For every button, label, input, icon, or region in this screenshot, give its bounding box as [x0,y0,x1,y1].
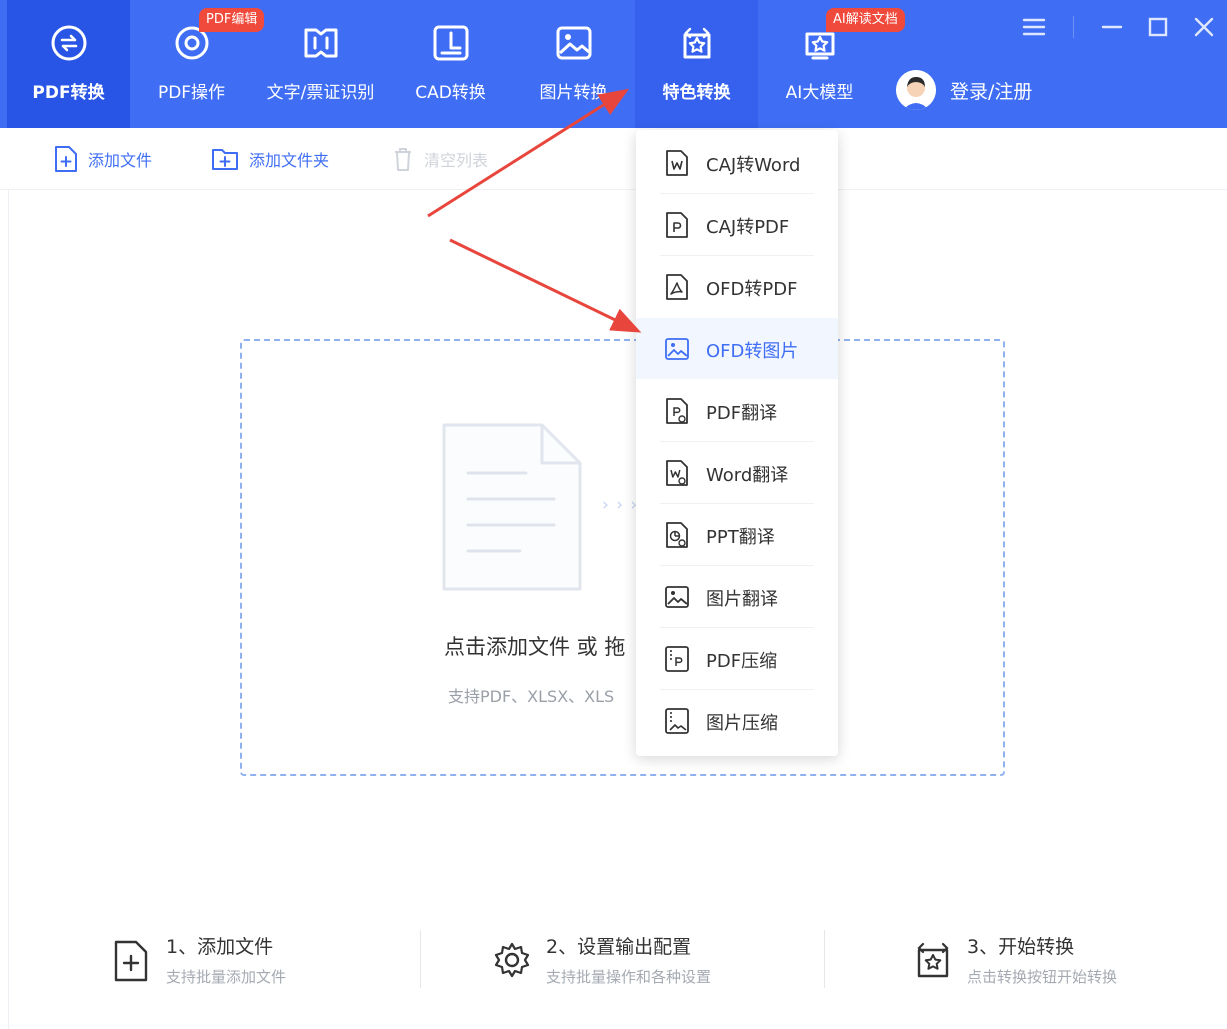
menu-item-pdf-compress[interactable]: PDF压缩 [636,628,838,689]
menu-item-label: CAJ转PDF [706,217,790,238]
tab-pdf-convert[interactable]: PDF转换 [7,0,130,128]
login-register-label: 登录/注册 [950,80,1033,103]
tab-label: AI大模型 [785,83,854,103]
cad-convert-icon [433,25,468,61]
settings-gear-icon [494,942,530,978]
clear-list-label: 清空列表 [424,151,489,170]
menu-icon[interactable] [1017,10,1051,44]
add-folder-icon [212,149,238,170]
minimize-icon[interactable] [1095,10,1129,44]
pdf-file-icon [666,212,688,238]
clear-list-button[interactable]: 清空列表 [392,144,488,174]
step-subtitle: 点击转换按钮开始转换 [967,968,1118,986]
menu-item-label: 图片压缩 [706,713,778,734]
convert-start-icon [917,942,949,978]
ai-interpret-badge: AI解读文档 [826,8,905,32]
file-drop-zone[interactable]: › › › 点击添加文件 或 拖 支持PDF、XLSX、XLS [240,339,1005,776]
menu-item-image-translate[interactable]: 图片翻译 [636,566,838,627]
add-folder-label: 添加文件夹 [249,151,330,170]
tab-label: 文字/票证识别 [266,83,375,103]
menu-item-label: CAJ转Word [706,155,801,176]
tab-label: 图片转换 [539,83,608,103]
tab-special-convert[interactable]: 特色转换 [635,0,758,128]
menu-item-ofd-to-pdf[interactable]: OFD转PDF [636,256,838,317]
image-convert-icon [556,26,591,60]
app-window: PDF转换 PDF操作 PDF编辑 文字/票证识别 CAD转换 图片转换 特色转… [0,0,1227,1029]
tab-cad-convert[interactable]: CAD转换 [389,0,512,128]
tab-label: PDF转换 [32,83,105,103]
image-translate-icon [665,586,689,608]
drag-arrows-indicator: › › › [602,495,639,515]
user-avatar-icon [896,70,936,110]
add-file-label: 添加文件 [88,151,153,170]
pdf-translate-icon [666,398,688,424]
menu-item-caj-to-word[interactable]: CAJ转Word [636,132,838,193]
menu-item-label: OFD转图片 [706,341,799,362]
step-subtitle: 支持批量操作和各种设置 [546,968,712,986]
maximize-icon[interactable] [1141,10,1175,44]
step-title: 1、添加文件 [166,936,274,958]
tab-image-convert[interactable]: 图片转换 [512,0,635,128]
special-convert-icon [683,27,710,59]
menu-item-label: PDF翻译 [706,403,778,424]
toolbar: 添加文件 添加文件夹 清空列表 [0,128,1227,190]
ppt-translate-icon [666,522,688,548]
step-divider [420,930,421,988]
annotation-arrow-to-menu-item [449,238,642,333]
add-file-icon [114,940,148,982]
image-compress-icon [665,708,689,734]
content-left-border [8,190,9,1029]
step-divider [824,930,825,988]
pdf-edit-badge: PDF编辑 [199,8,265,32]
word-file-icon [666,150,688,176]
image-file-icon [665,338,689,360]
tab-ocr[interactable]: 文字/票证识别 [259,0,382,128]
dropzone-subtitle: 支持PDF、XLSX、XLS [448,687,615,706]
menu-item-caj-to-pdf[interactable]: CAJ转PDF [636,194,838,255]
top-nav-bar: PDF转换 PDF操作 PDF编辑 文字/票证识别 CAD转换 图片转换 特色转… [0,0,1227,128]
trash-icon [395,148,411,171]
word-translate-icon [666,460,688,486]
add-file-icon [55,146,77,172]
menu-item-word-translate[interactable]: Word翻译 [636,442,838,503]
tab-label: CAD转换 [415,83,486,103]
step-title: 2、设置输出配置 [546,936,692,958]
tab-label: PDF操作 [157,83,226,103]
tab-label: 特色转换 [662,83,731,103]
menu-item-label: OFD转PDF [706,279,798,300]
add-folder-button[interactable]: 添加文件夹 [211,144,329,174]
step-subtitle: 支持批量添加文件 [166,968,287,986]
special-convert-dropdown: CAJ转Word CAJ转PDF OFD转PDF OFD转图片 PDF翻译 Wo… [636,130,838,756]
ocr-scan-icon [304,28,337,58]
menu-item-label: Word翻译 [706,465,789,486]
step-title: 3、开始转换 [967,936,1075,958]
document-placeholder-icon [442,423,582,591]
dropzone-title: 点击添加文件 或 拖 [444,635,626,659]
pdf-compress-icon [665,646,689,672]
avatar [896,70,936,110]
login-register-button[interactable]: 登录/注册 [896,70,1032,110]
close-icon[interactable] [1187,10,1221,44]
menu-item-label: PPT翻译 [706,527,775,548]
acrobat-file-icon [666,274,688,300]
menu-item-ppt-translate[interactable]: PPT翻译 [636,504,838,565]
menu-item-ofd-to-image[interactable]: OFD转图片 [636,318,838,379]
menu-item-label: 图片翻译 [706,589,778,610]
pdf-convert-icon [51,25,86,61]
window-controls-divider [1073,16,1074,38]
menu-item-label: PDF压缩 [706,651,778,672]
add-file-button[interactable]: 添加文件 [54,144,152,174]
menu-item-pdf-translate[interactable]: PDF翻译 [636,380,838,441]
menu-item-image-compress[interactable]: 图片压缩 [636,690,838,751]
